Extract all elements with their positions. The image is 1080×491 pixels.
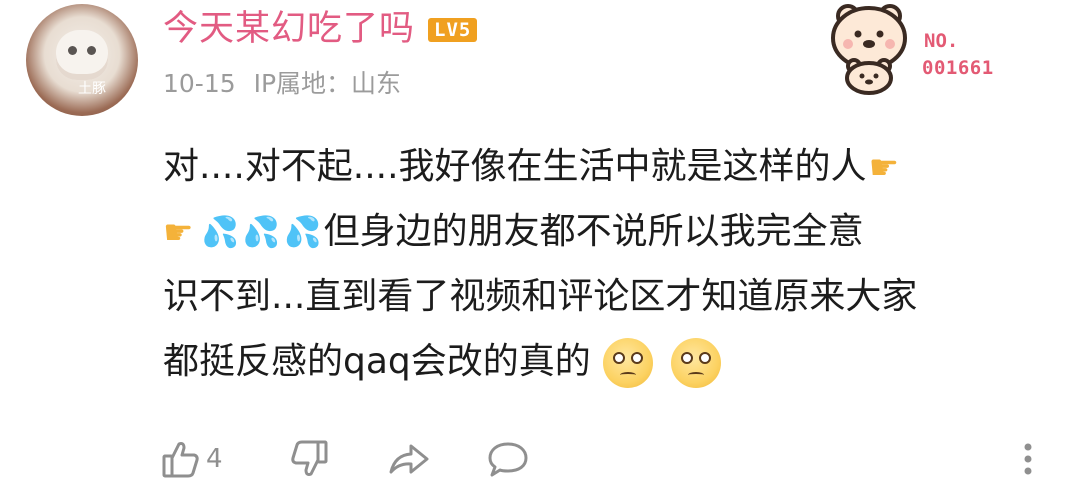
level-badge: LV5 (428, 18, 478, 42)
backhand-index-pointing-right-icon: ☛ (868, 148, 900, 188)
comment-line-2: ☛ 💦 💦 💦但身边的朋友都不说所以我完全意 (163, 199, 1043, 264)
thumbs-down-icon (291, 440, 328, 476)
comment-line-2-text: 但身边的朋友都不说所以我完全意 (323, 211, 864, 252)
comment-line-3-text: 识不到...直到看了视频和评论区才知道原来大家 (163, 276, 918, 317)
pleading-face-icon (602, 338, 653, 388)
like-button[interactable]: 4 (160, 434, 223, 484)
comment-line-3: 识不到...直到看了视频和评论区才知道原来大家 (163, 264, 1043, 329)
cat-face-icon (56, 30, 108, 80)
more-button[interactable] (1018, 434, 1038, 484)
avatar-text: 土豚 (78, 81, 106, 97)
fan-number: 001661 (922, 57, 994, 79)
pleading-face-icon (670, 338, 721, 388)
comment-meta: 10-15 IP属地：山东 (163, 66, 401, 102)
comment-line-4: 都挺反感的qaq会改的真的 (163, 329, 1043, 394)
comment-date: 10-15 (163, 69, 236, 98)
comment-line-1: 对....对不起....我好像在生活中就是这样的人☛ (163, 134, 1043, 199)
bear-decoration-icon (831, 4, 907, 95)
ip-location: IP属地：山东 (253, 69, 402, 98)
like-count: 4 (206, 444, 223, 474)
comment-text: 对....对不起....我好像在生活中就是这样的人☛ ☛ 💦 💦 💦但身边的朋友都不说… (163, 134, 1043, 394)
comment-actions: 4 (160, 434, 1060, 484)
comment-line-1-text: 对....对不起....我好像在生活中就是这样的人 (163, 146, 867, 187)
username[interactable]: 今天某幻吃了吗 (163, 4, 415, 54)
sweat-droplets-icon: 💦 (201, 215, 239, 250)
share-arrow-icon (389, 444, 429, 474)
avatar[interactable]: 土豚 (26, 4, 138, 116)
comment-bubble-icon (488, 442, 528, 477)
fan-number-label: NO. (924, 30, 959, 52)
sweat-droplets-icon: 💦 (284, 215, 322, 250)
sweat-droplets-icon: 💦 (242, 215, 281, 250)
share-button[interactable] (387, 434, 431, 484)
comment-line-4-text: 都挺反感的qaq会改的真的 (163, 341, 591, 382)
thumbs-up-icon (162, 442, 199, 478)
dislike-button[interactable] (288, 434, 330, 484)
backhand-index-pointing-right-icon: ☛ (163, 213, 194, 253)
more-vertical-icon (1024, 443, 1032, 475)
reply-button[interactable] (486, 434, 530, 484)
